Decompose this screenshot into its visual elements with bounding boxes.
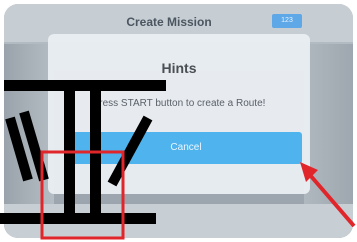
arrow-shaft [308,173,356,228]
red-rectangle-highlight [40,150,125,240]
screenshot-frame: Create Mission 123 Hints Press START but… [0,0,357,242]
drone-base-bar [0,213,156,224]
red-arrow-icon [300,162,356,228]
drone-top-bar [4,80,166,91]
annotation-overlay [0,80,356,240]
